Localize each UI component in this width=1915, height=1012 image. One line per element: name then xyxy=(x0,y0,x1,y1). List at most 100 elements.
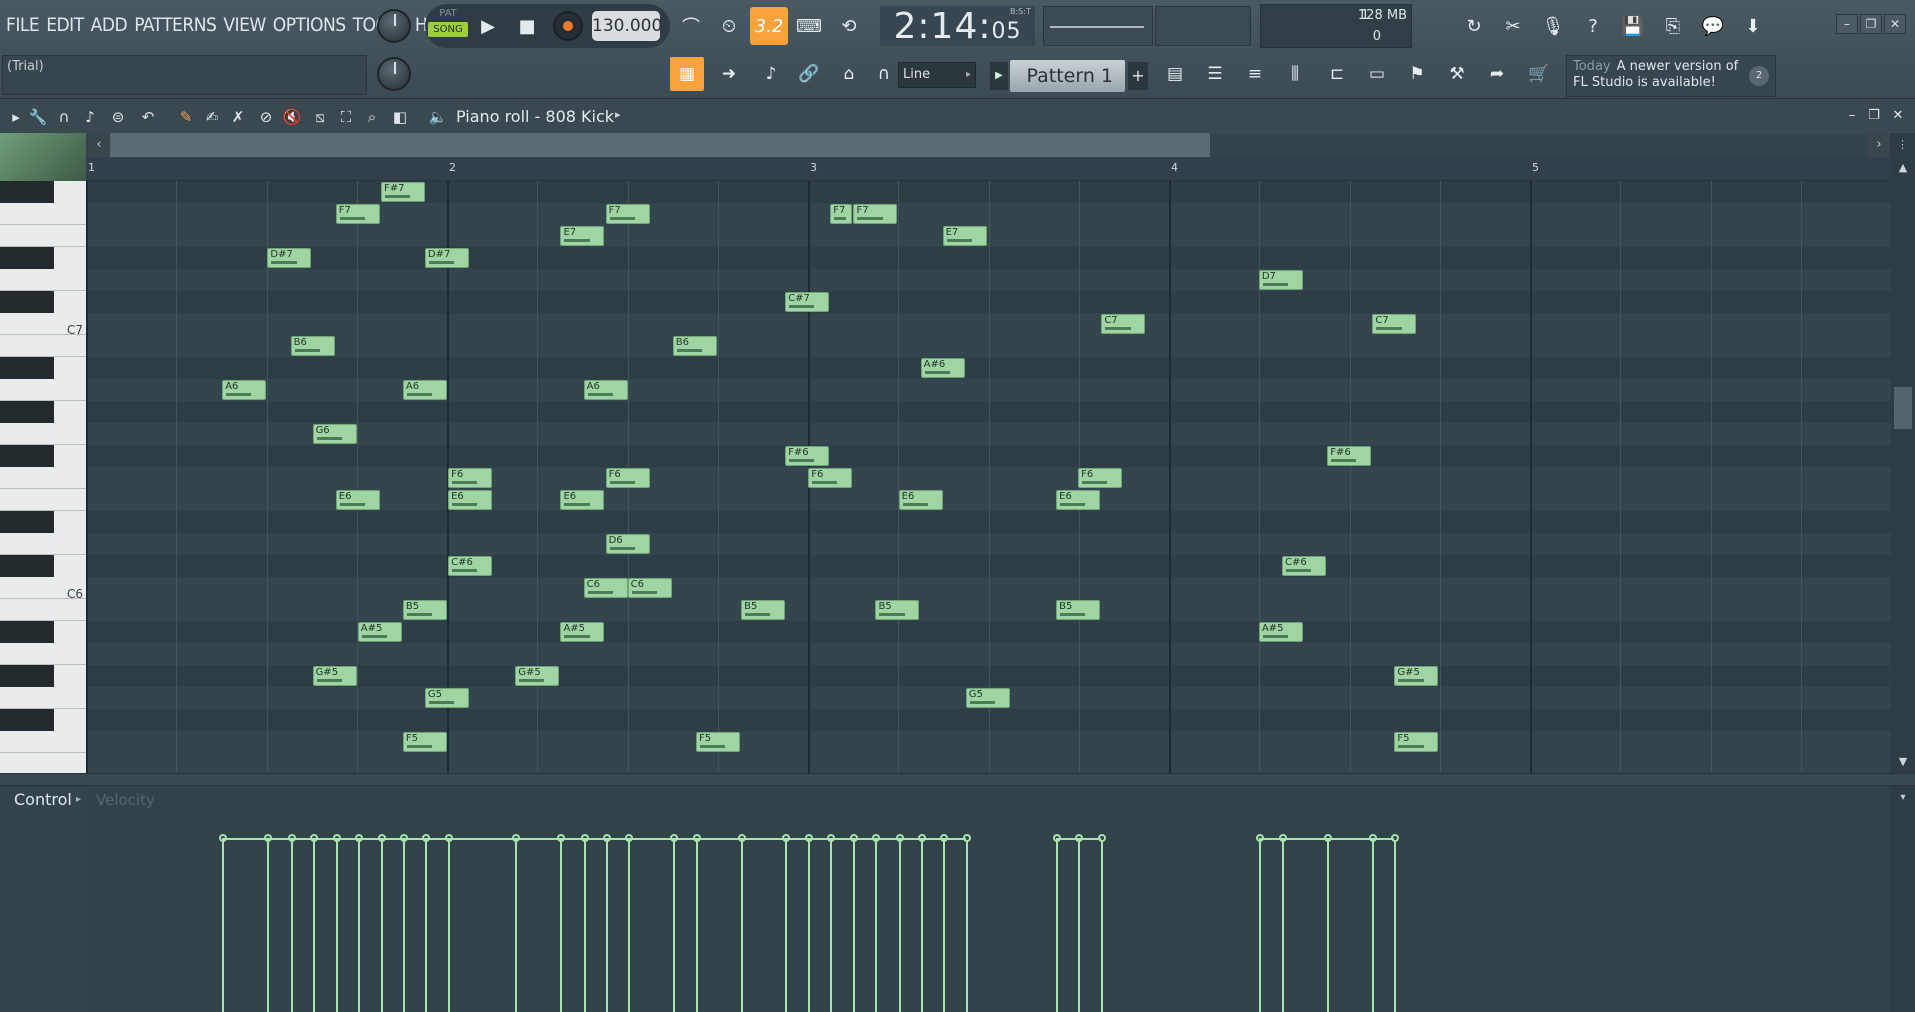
overview-menu-icon[interactable]: ⋮ xyxy=(1890,133,1915,157)
velocity-stem[interactable] xyxy=(875,838,877,1012)
velocity-stem[interactable] xyxy=(785,838,787,1012)
pattern-prev-button[interactable]: ▶ xyxy=(990,62,1008,90)
title-arrow-icon[interactable]: ▸ xyxy=(615,108,621,121)
master-pitch-knob[interactable] xyxy=(377,57,411,91)
black-key[interactable] xyxy=(0,555,54,577)
channel-rack-icon[interactable]: ≡ xyxy=(1238,57,1272,91)
note[interactable]: F6 xyxy=(808,468,853,488)
velocity-stem[interactable] xyxy=(448,838,450,1012)
minimize-button[interactable]: – xyxy=(1836,14,1858,34)
note[interactable]: B6 xyxy=(672,336,717,356)
white-key[interactable] xyxy=(0,269,86,291)
velocity-stem[interactable] xyxy=(425,838,427,1012)
note[interactable]: B5 xyxy=(1056,600,1101,620)
note[interactable]: B5 xyxy=(402,600,447,620)
delete-tool-icon[interactable]: ✗ xyxy=(228,107,248,127)
black-key[interactable] xyxy=(0,291,54,313)
magnet-icon[interactable]: ∩ xyxy=(873,57,895,91)
note[interactable]: C6 xyxy=(627,578,672,598)
velocity-stem[interactable] xyxy=(267,838,269,1012)
note[interactable]: A#5 xyxy=(1258,622,1303,642)
note[interactable]: C6 xyxy=(583,578,628,598)
file-icon[interactable]: ▭ xyxy=(1360,57,1394,91)
scroll-thumb[interactable] xyxy=(1894,387,1912,429)
overview-visible-range[interactable] xyxy=(92,133,1210,157)
note[interactable]: F7 xyxy=(335,204,380,224)
white-key[interactable] xyxy=(0,379,86,401)
velocity-stem[interactable] xyxy=(336,838,338,1012)
white-key[interactable] xyxy=(0,467,86,489)
white-key[interactable] xyxy=(0,225,86,247)
velocity-stem[interactable] xyxy=(313,838,315,1012)
note-grid[interactable]: F#7 F7 F7 F7 F7 E7 E7 D#7 D#7 D7 C#7 C7 C7 B6 B6 A#6 A6 A… xyxy=(86,181,1891,773)
note[interactable]: F6 xyxy=(448,468,493,488)
scroll-down-icon[interactable]: ▼ xyxy=(1894,753,1912,771)
vertical-scrollbar[interactable]: ▲ ▼ xyxy=(1891,157,1915,773)
pr-restore-button[interactable]: ❐ xyxy=(1866,107,1882,125)
black-key[interactable] xyxy=(0,709,54,731)
timeline-ruler[interactable]: 1 2 3 4 5 xyxy=(86,157,1891,181)
pattern-select[interactable]: Pattern 1 xyxy=(1010,60,1125,92)
black-key[interactable] xyxy=(0,247,54,269)
menu-options[interactable]: OPTIONS xyxy=(273,14,346,36)
typing-keyboard-icon[interactable]: ⌨ xyxy=(790,7,828,45)
master-volume-knob[interactable] xyxy=(377,9,411,43)
record-button[interactable] xyxy=(553,11,583,41)
note[interactable]: D#7 xyxy=(424,248,469,268)
note[interactable]: A6 xyxy=(222,380,267,400)
note[interactable]: G5 xyxy=(965,688,1010,708)
white-key[interactable] xyxy=(0,599,86,621)
velocity-stem[interactable] xyxy=(381,838,383,1012)
loop-record-icon[interactable]: ⟲ xyxy=(830,7,868,45)
white-key[interactable] xyxy=(0,533,86,555)
note[interactable]: D6 xyxy=(605,534,650,554)
note[interactable]: F#6 xyxy=(1327,446,1372,466)
menu-add[interactable]: ADD xyxy=(91,14,128,36)
note[interactable]: G#5 xyxy=(312,666,357,686)
black-key[interactable] xyxy=(0,445,54,467)
note[interactable]: F5 xyxy=(402,732,447,752)
slice-icon[interactable]: ⧅ xyxy=(310,107,330,127)
note[interactable]: F7 xyxy=(853,204,898,224)
white-key[interactable] xyxy=(0,753,86,773)
white-key[interactable] xyxy=(0,489,86,511)
mute-icon[interactable]: 🔇 xyxy=(282,107,302,127)
velocity-stem[interactable] xyxy=(1101,838,1103,1012)
velocity-stem[interactable] xyxy=(1372,838,1374,1012)
note[interactable]: G#5 xyxy=(515,666,560,686)
velocity-stem[interactable] xyxy=(1394,838,1396,1012)
pr-close-button[interactable]: ✕ xyxy=(1890,107,1906,125)
velocity-stem[interactable] xyxy=(808,838,810,1012)
velocity-stem[interactable] xyxy=(403,838,405,1012)
metronome-icon[interactable]: ⌒ xyxy=(672,7,710,45)
velocity-stem[interactable] xyxy=(830,838,832,1012)
mixer-icon[interactable]: ⫼ xyxy=(1278,57,1312,91)
velocity-stem[interactable] xyxy=(1327,838,1329,1012)
note[interactable]: D#7 xyxy=(267,248,312,268)
velocity-stem[interactable] xyxy=(853,838,855,1012)
note[interactable]: F6 xyxy=(1078,468,1123,488)
black-key[interactable] xyxy=(0,511,54,533)
velocity-stem[interactable] xyxy=(696,838,698,1012)
note[interactable]: E6 xyxy=(898,490,943,510)
export-icon[interactable]: ⎘ xyxy=(1654,7,1692,45)
note[interactable]: F5 xyxy=(1394,732,1439,752)
scroll-up-icon[interactable]: ▲ xyxy=(1894,159,1912,177)
help-icon[interactable]: ? xyxy=(1574,7,1612,45)
note[interactable]: B5 xyxy=(875,600,920,620)
velocity-stem[interactable] xyxy=(1078,838,1080,1012)
stop-button[interactable]: ■ xyxy=(509,8,545,44)
menu-view[interactable]: VIEW xyxy=(223,14,266,36)
save-icon[interactable]: 💾 xyxy=(1614,7,1652,45)
refresh-icon[interactable]: ↻ xyxy=(1455,7,1493,45)
menu-file[interactable]: FILE xyxy=(6,14,40,36)
play-button[interactable]: ▶ xyxy=(470,8,506,44)
note[interactable]: C7 xyxy=(1372,314,1417,334)
white-key[interactable] xyxy=(0,203,86,225)
note[interactable]: B6 xyxy=(290,336,335,356)
velocity-stem[interactable] xyxy=(606,838,608,1012)
control-label[interactable]: Control xyxy=(14,790,72,809)
velocity-stem[interactable] xyxy=(628,838,630,1012)
control-arrow-icon[interactable]: ▸ xyxy=(76,794,81,805)
note[interactable]: A6 xyxy=(583,380,628,400)
